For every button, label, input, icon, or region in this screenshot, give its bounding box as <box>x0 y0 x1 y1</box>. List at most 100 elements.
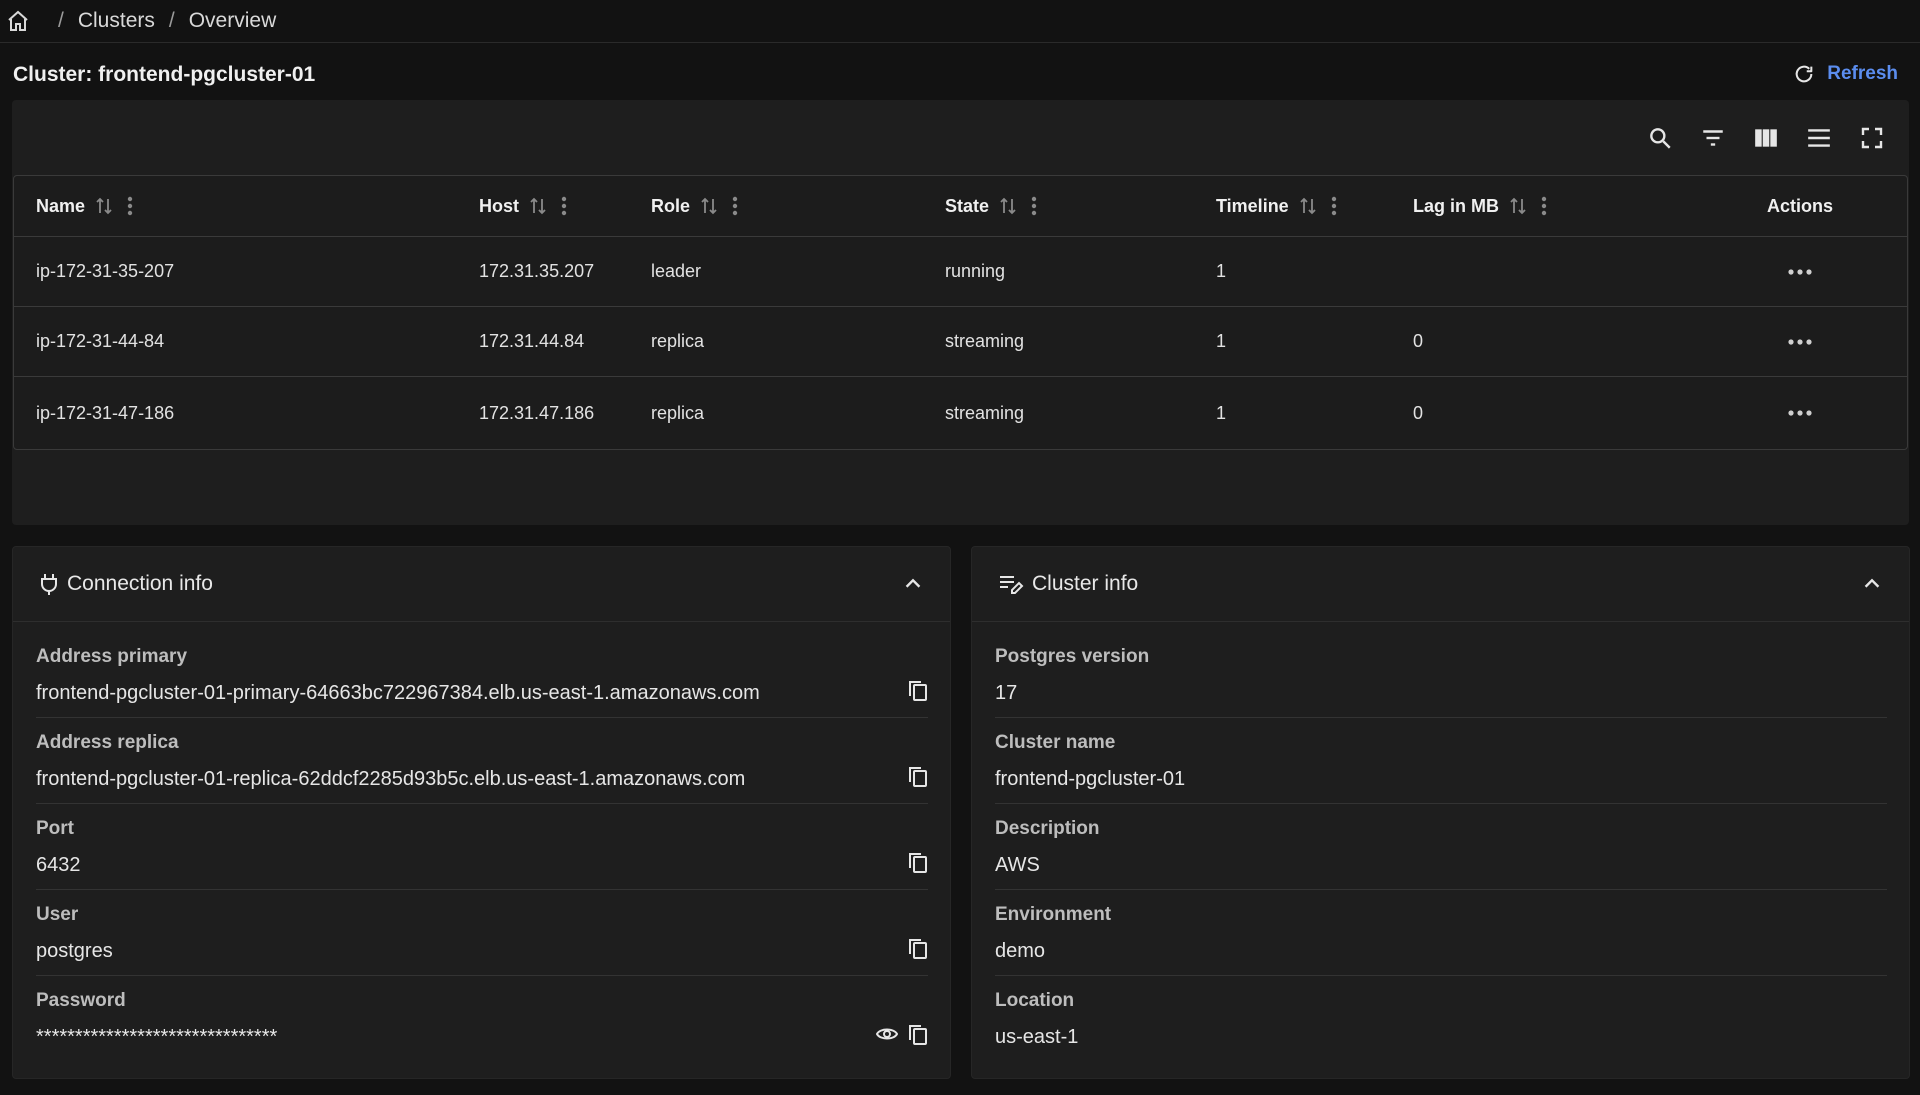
table-toolbar <box>1644 122 1887 153</box>
field-value: frontend-pgcluster-01-primary-64663bc722… <box>36 682 760 704</box>
members-table: Name Host Role State Timeline Lag in MB … <box>13 175 1908 450</box>
cell-state: streaming <box>945 402 1025 423</box>
copy-icon[interactable] <box>908 766 928 793</box>
column-header-host[interactable]: Host <box>479 176 567 236</box>
field-value: 17 <box>995 682 1018 704</box>
cluster-info-title: Cluster info <box>1032 572 1139 595</box>
page-title: Cluster: frontend-pgcluster-01 <box>13 63 316 86</box>
cell-host: 172.31.35.207 <box>479 261 595 281</box>
field-user: User postgres <box>36 890 928 976</box>
sort-icon[interactable] <box>1509 196 1527 216</box>
columns-icon[interactable] <box>1750 122 1781 153</box>
filter-icon[interactable] <box>1697 122 1728 153</box>
field-value: AWS <box>995 854 1040 876</box>
sort-icon[interactable] <box>1299 196 1317 216</box>
members-table-panel: Name Host Role State Timeline Lag in MB … <box>12 100 1909 525</box>
column-header-name[interactable]: Name <box>36 176 133 236</box>
column-header-lag[interactable]: Lag in MB <box>1413 176 1547 236</box>
field-address-replica: Address replica frontend-pgcluster-01-re… <box>36 718 928 804</box>
column-menu-icon[interactable] <box>127 196 133 216</box>
search-icon[interactable] <box>1644 122 1675 153</box>
cell-name: ip-172-31-35-207 <box>36 261 175 281</box>
field-label: Environment <box>995 904 1112 925</box>
field-location: Location us-east-1 <box>995 976 1887 1062</box>
column-header-timeline[interactable]: Timeline <box>1216 176 1337 236</box>
field-value: demo <box>995 940 1046 962</box>
field-value: 6432 <box>36 854 81 876</box>
field-cluster-name: Cluster name frontend-pgcluster-01 <box>995 718 1887 804</box>
field-address-primary: Address primary frontend-pgcluster-01-pr… <box>36 632 928 718</box>
table-row[interactable]: ip-172-31-44-84 172.31.44.84 replica str… <box>14 307 1907 377</box>
sort-icon[interactable] <box>95 196 113 216</box>
column-header-actions: Actions <box>1766 195 1833 216</box>
connection-info-card: Connection info Address primary frontend… <box>12 546 951 1079</box>
copy-icon[interactable] <box>908 852 928 879</box>
cell-role: replica <box>651 402 705 423</box>
cell-lag: 0 <box>1413 331 1424 351</box>
copy-icon[interactable] <box>908 1024 928 1051</box>
refresh-label: Refresh <box>1827 63 1898 84</box>
cell-name: ip-172-31-44-84 <box>36 331 165 351</box>
cell-role: leader <box>651 261 702 281</box>
field-password: Password ******************************* <box>36 976 928 1062</box>
field-value: ******************************* <box>36 1026 278 1048</box>
sort-icon[interactable] <box>700 196 718 216</box>
more-horiz-icon[interactable] <box>1788 268 1812 275</box>
refresh-icon <box>1795 65 1813 83</box>
field-value: frontend-pgcluster-01 <box>995 768 1186 790</box>
cell-lag: 0 <box>1413 402 1424 423</box>
cluster-info-card: Cluster info Postgres version 17 Cluster… <box>971 546 1910 1079</box>
row-actions <box>1750 377 1850 449</box>
chevron-up-icon[interactable] <box>902 573 924 601</box>
edit-note-icon <box>998 572 1024 596</box>
refresh-button[interactable]: Refresh <box>1793 63 1898 85</box>
sort-icon[interactable] <box>529 196 547 216</box>
cell-name: ip-172-31-47-186 <box>36 402 175 423</box>
more-horiz-icon[interactable] <box>1788 338 1812 345</box>
row-actions <box>1750 307 1850 376</box>
table-row[interactable]: ip-172-31-47-186 172.31.47.186 replica s… <box>14 377 1907 449</box>
row-actions <box>1750 237 1850 306</box>
field-postgres-version: Postgres version 17 <box>995 632 1887 718</box>
field-description: Description AWS <box>995 804 1887 890</box>
fullscreen-icon[interactable] <box>1856 122 1887 153</box>
chevron-up-icon[interactable] <box>1861 573 1883 601</box>
breadcrumb: / Clusters / Overview <box>0 0 1920 43</box>
eye-icon[interactable] <box>875 1026 899 1047</box>
cell-host: 172.31.47.186 <box>479 402 595 423</box>
column-header-role[interactable]: Role <box>651 176 738 236</box>
cell-state: streaming <box>945 331 1025 351</box>
breadcrumb-clusters[interactable]: Clusters <box>78 9 155 33</box>
plug-icon <box>39 572 59 596</box>
breadcrumb-separator: / <box>168 9 175 32</box>
column-menu-icon[interactable] <box>1331 196 1337 216</box>
density-icon[interactable] <box>1803 122 1834 153</box>
copy-icon[interactable] <box>908 680 928 707</box>
more-horiz-icon[interactable] <box>1788 410 1812 416</box>
column-header-state[interactable]: State <box>945 176 1037 236</box>
cell-timeline: 1 <box>1216 402 1227 423</box>
field-label: Password <box>36 990 126 1011</box>
column-menu-icon[interactable] <box>732 196 738 216</box>
table-row[interactable]: ip-172-31-35-207 172.31.35.207 leader ru… <box>14 237 1907 307</box>
sort-icon[interactable] <box>999 196 1017 216</box>
cell-host: 172.31.44.84 <box>479 331 585 351</box>
connection-info-title: Connection info <box>67 572 213 595</box>
breadcrumb-separator: / <box>58 9 64 32</box>
connection-info-header[interactable]: Connection info <box>13 547 950 622</box>
cell-role: replica <box>651 331 705 351</box>
breadcrumb-overview: Overview <box>188 9 277 32</box>
field-label: Location <box>995 990 1075 1011</box>
field-label: Port <box>36 818 74 839</box>
cluster-info-header[interactable]: Cluster info <box>972 547 1909 622</box>
column-menu-icon[interactable] <box>1031 196 1037 216</box>
field-label: Cluster name <box>995 732 1116 753</box>
field-port: Port 6432 <box>36 804 928 890</box>
table-header-row: Name Host Role State Timeline Lag in MB … <box>14 176 1907 237</box>
column-menu-icon[interactable] <box>561 196 567 216</box>
field-label: Postgres version <box>995 646 1150 667</box>
copy-icon[interactable] <box>908 938 928 965</box>
column-menu-icon[interactable] <box>1541 196 1547 216</box>
field-label: Address replica <box>36 732 179 753</box>
home-icon[interactable] <box>6 9 30 33</box>
